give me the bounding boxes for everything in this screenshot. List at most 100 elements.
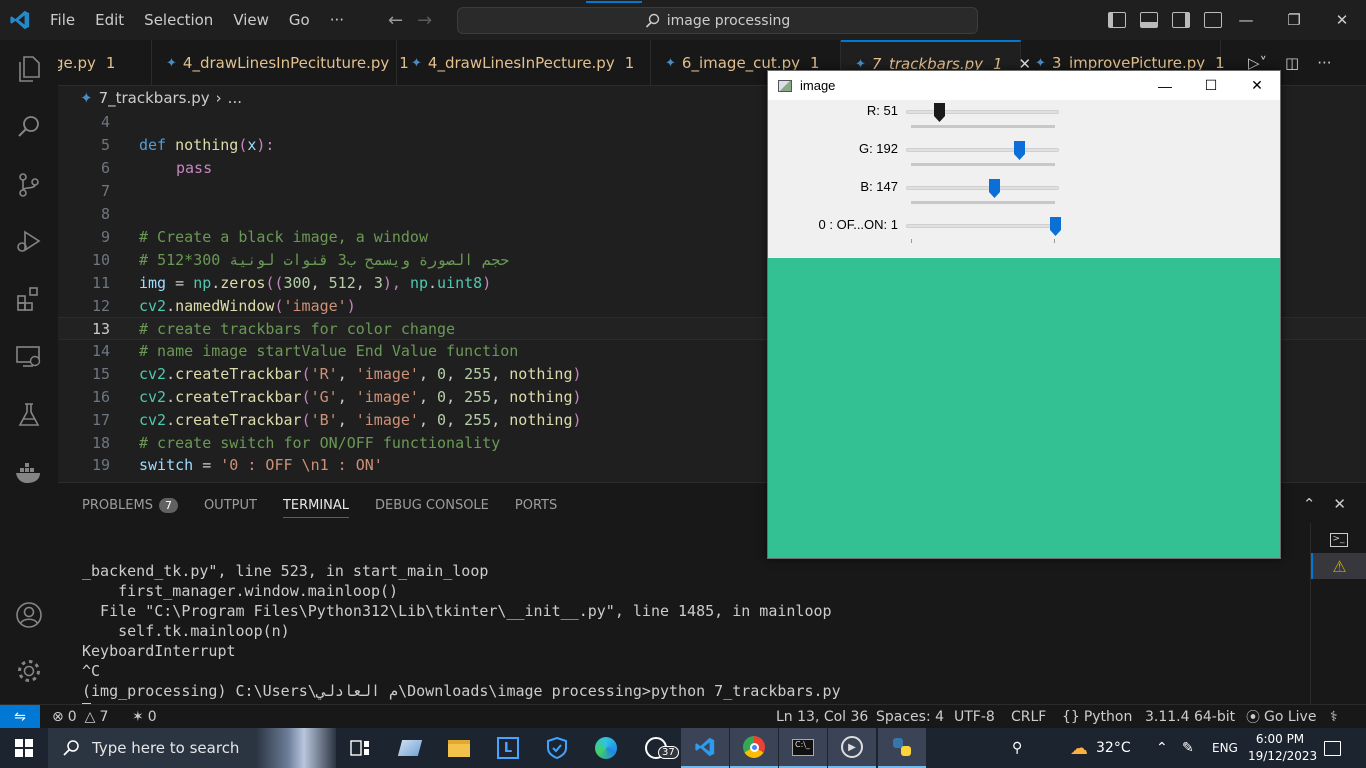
- show-hidden-icons-icon[interactable]: ⌃: [1156, 728, 1168, 768]
- more-actions-icon[interactable]: ···: [1317, 54, 1331, 72]
- python-taskbar-icon[interactable]: [878, 728, 926, 768]
- breadcrumb-file[interactable]: 7_trackbars.py: [99, 89, 210, 107]
- tab-terminal[interactable]: TERMINAL: [282, 498, 350, 518]
- tab-output[interactable]: OUTPUT: [204, 498, 257, 513]
- minimize-icon[interactable]: —: [1222, 0, 1270, 40]
- task-view-icon[interactable]: [336, 728, 384, 768]
- run-debug-icon[interactable]: [0, 216, 58, 266]
- notifications-icon[interactable]: ⚕: [1330, 705, 1338, 729]
- opencv-image-window[interactable]: image — ☐ ✕ R: 51 G: 192 B: 147 0 : OF..…: [767, 70, 1281, 559]
- cv-window-titlebar[interactable]: image — ☐ ✕: [768, 71, 1280, 100]
- restore-icon[interactable]: ❐: [1270, 0, 1318, 40]
- line-ending[interactable]: CRLF: [1011, 705, 1046, 729]
- indentation[interactable]: Spaces: 4: [876, 705, 944, 729]
- tab-4-drawlinesinpecture[interactable]: ✦ 4_drawLinesInPecture.py 1: [397, 40, 651, 85]
- problems-status[interactable]: ⊗ 0 △ 7: [52, 705, 108, 729]
- close-panel-icon[interactable]: ✕: [1333, 495, 1346, 513]
- terminal-taskbar-icon[interactable]: C:\_: [779, 728, 827, 768]
- toggle-primary-sidebar-icon[interactable]: [1108, 12, 1126, 28]
- menu-go[interactable]: Go: [279, 0, 320, 40]
- minimize-icon[interactable]: —: [1142, 71, 1188, 100]
- edge-browser-icon[interactable]: [582, 728, 630, 768]
- extensions-icon[interactable]: [0, 274, 58, 324]
- forward-arrow-icon[interactable]: →: [417, 10, 432, 31]
- people-icon[interactable]: ⚲: [1012, 728, 1022, 768]
- customize-layout-icon[interactable]: [1204, 12, 1222, 28]
- remote-indicator-icon[interactable]: ⇋: [0, 705, 40, 729]
- trackbar-groove[interactable]: [906, 186, 1059, 190]
- pen-icon[interactable]: ✎: [1182, 728, 1194, 768]
- toggle-secondary-sidebar-icon[interactable]: [1172, 12, 1190, 28]
- app-l-icon[interactable]: L: [484, 728, 532, 768]
- code-token: ,: [446, 364, 465, 383]
- input-language[interactable]: ENG: [1212, 728, 1238, 768]
- menu-file[interactable]: File: [40, 0, 85, 40]
- python-file-icon: ✦: [1035, 55, 1046, 71]
- tab-ports[interactable]: PORTS: [515, 498, 557, 513]
- vscode-taskbar-icon[interactable]: [681, 728, 729, 768]
- menu-selection[interactable]: Selection: [134, 0, 223, 40]
- trackbar-switch[interactable]: 0 : OF...ON: 1: [768, 217, 1280, 255]
- docker-icon[interactable]: [0, 448, 58, 498]
- python-interpreter[interactable]: 3.11.4 64-bit: [1145, 705, 1235, 729]
- trackbar-groove[interactable]: [906, 148, 1059, 152]
- window-app-icon: [778, 79, 792, 92]
- source-control-icon[interactable]: [0, 160, 58, 210]
- language-mode[interactable]: {} Python: [1062, 705, 1132, 729]
- trackbar-thumb[interactable]: [934, 103, 946, 122]
- terminal-warning-icon[interactable]: ⚠: [1311, 553, 1366, 579]
- weather-widget[interactable]: ☁ 32°C: [1070, 728, 1131, 768]
- terminal-shell-icon[interactable]: >_: [1311, 527, 1366, 553]
- defender-shield-icon[interactable]: [533, 728, 581, 768]
- notes-app-icon[interactable]: [386, 728, 434, 768]
- testing-icon[interactable]: [0, 390, 58, 440]
- breadcrumb-symbol[interactable]: ...: [228, 89, 242, 107]
- trackbar-thumb[interactable]: [988, 179, 1000, 198]
- accounts-icon[interactable]: [0, 590, 58, 640]
- menu-more[interactable]: ···: [320, 0, 354, 40]
- file-explorer-icon[interactable]: [435, 728, 483, 768]
- command-center-search[interactable]: image processing: [457, 1, 978, 34]
- tab-problems[interactable]: PROBLEMS 7: [82, 497, 178, 513]
- tab-debug-console[interactable]: DEBUG CONSOLE: [375, 498, 489, 513]
- notifications-center-icon[interactable]: [1324, 728, 1341, 768]
- menu-view[interactable]: View: [223, 0, 279, 40]
- encoding[interactable]: UTF-8: [954, 705, 995, 729]
- trackbar-r[interactable]: R: 51: [768, 103, 1280, 141]
- toggle-panel-icon[interactable]: [1140, 12, 1158, 28]
- settings-gear-icon[interactable]: [0, 646, 58, 696]
- tab-label: PROBLEMS: [82, 497, 153, 513]
- trackbar-g[interactable]: G: 192: [768, 141, 1280, 179]
- terminal-output[interactable]: _backend_tk.py", line 523, in start_main…: [82, 541, 841, 721]
- trackbar-thumb[interactable]: [1049, 217, 1061, 236]
- trackbar-groove[interactable]: [906, 224, 1059, 228]
- back-arrow-icon[interactable]: ←: [388, 10, 403, 31]
- trackbar-thumb[interactable]: [1013, 141, 1025, 160]
- close-icon[interactable]: ✕: [1318, 0, 1366, 40]
- explorer-icon[interactable]: [0, 44, 58, 94]
- go-live-button[interactable]: ⦿ Go Live: [1246, 705, 1316, 729]
- ports-status[interactable]: ✶ 0: [132, 705, 157, 729]
- code-token: .: [211, 273, 221, 292]
- search-icon[interactable]: [0, 102, 58, 152]
- trackbar-area: R: 51 G: 192 B: 147 0 : OF...ON: 1: [768, 100, 1280, 258]
- split-editor-icon[interactable]: ◫: [1285, 54, 1299, 72]
- trackbar-b[interactable]: B: 147: [768, 179, 1280, 217]
- taskbar-search-box[interactable]: Type here to search: [48, 728, 336, 768]
- close-icon[interactable]: ✕: [1234, 71, 1280, 100]
- system-clock[interactable]: 6:00 PM 19/12/2023: [1248, 731, 1317, 765]
- cursor-position[interactable]: Ln 13, Col 36: [776, 705, 868, 729]
- code-token: img: [139, 273, 167, 292]
- media-player-icon[interactable]: ▶: [828, 728, 876, 768]
- whatsapp-icon[interactable]: 37: [632, 728, 680, 768]
- chrome-icon[interactable]: [730, 728, 778, 768]
- remote-explorer-icon[interactable]: [0, 332, 58, 382]
- maximize-icon[interactable]: ☐: [1188, 71, 1234, 100]
- windows-start-icon[interactable]: [0, 728, 48, 768]
- tab-4-drawlinesinpecituture[interactable]: ✦ 4_drawLinesInPecituture.py 1: [152, 40, 409, 85]
- menu-edit[interactable]: Edit: [85, 0, 134, 40]
- tab-ge-py[interactable]: ge.py 1: [58, 40, 152, 85]
- trackbar-groove[interactable]: [906, 110, 1059, 114]
- code-token: (: [274, 296, 284, 315]
- maximize-panel-icon[interactable]: ⌃: [1303, 495, 1316, 513]
